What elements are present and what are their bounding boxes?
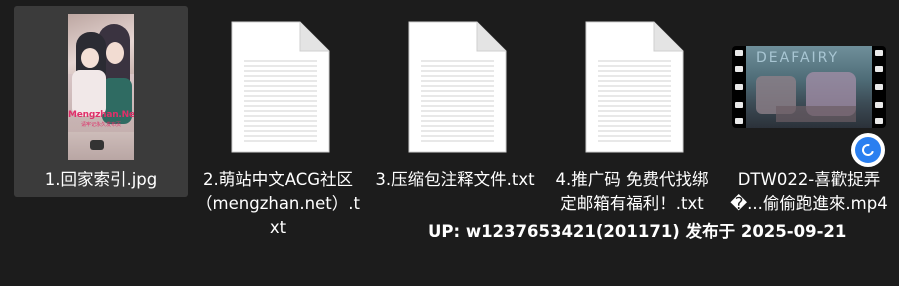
video-frame-logo: DEAFAIRY	[756, 50, 840, 66]
video-thumbnail: DEAFAIRY	[732, 46, 886, 128]
image-thumbnail: Mengzhan.Net 请牢记永久发布页	[68, 14, 134, 160]
file-thumbnail	[368, 12, 542, 162]
thumbnail-watermark-sub: 请牢记永久发布页	[80, 122, 121, 128]
video-frame: DEAFAIRY	[746, 46, 872, 128]
file-item-text[interactable]: 2.萌站中文ACG社区（mengzhan.net）.txt	[191, 6, 365, 276]
file-item-image[interactable]: Mengzhan.Net 请牢记永久发布页 1.回家索引.jpg	[14, 6, 188, 276]
file-name[interactable]: DTW022-喜歡捉弄�...偷偷跑進來.mp4	[726, 168, 892, 216]
file-name[interactable]: 3.压缩包注释文件.txt	[372, 168, 538, 192]
file-grid: Mengzhan.Net 请牢记永久发布页 1.回家索引.jpg 2.萌站中文A…	[0, 0, 899, 286]
file-name[interactable]: 4.推广码 免费代找绑定邮箱有福利！.txt	[549, 168, 715, 216]
file-name[interactable]: 2.萌站中文ACG社区（mengzhan.net）.txt	[195, 168, 361, 240]
file-name[interactable]: 1.回家索引.jpg	[18, 168, 184, 192]
file-thumbnail	[191, 12, 365, 162]
text-document-icon	[580, 21, 684, 153]
file-thumbnail: Mengzhan.Net 请牢记永久发布页	[14, 12, 188, 162]
file-thumbnail	[545, 12, 719, 162]
blue-circle-app-badge-icon[interactable]	[851, 133, 885, 167]
text-document-icon	[226, 21, 330, 153]
uploader-overlay-text: UP: w1237653421(201171) 发布于 2025-09-21	[418, 218, 857, 246]
thumbnail-watermark: Mengzhan.Net	[68, 110, 134, 120]
text-document-icon	[403, 21, 507, 153]
